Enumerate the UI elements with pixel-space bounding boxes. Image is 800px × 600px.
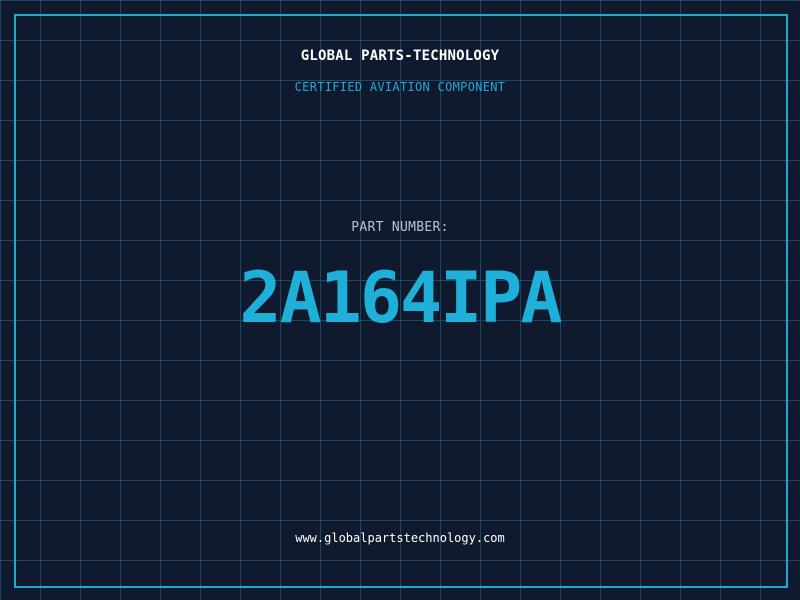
website-url: www.globalpartstechnology.com — [295, 531, 505, 545]
certification-subtitle: CERTIFIED AVIATION COMPONENT — [294, 80, 506, 94]
company-name: GLOBAL PARTS-TECHNOLOGY — [300, 48, 500, 64]
part-number-value: 2A164IPA — [239, 257, 562, 339]
part-number-label: PART NUMBER: — [351, 220, 449, 235]
